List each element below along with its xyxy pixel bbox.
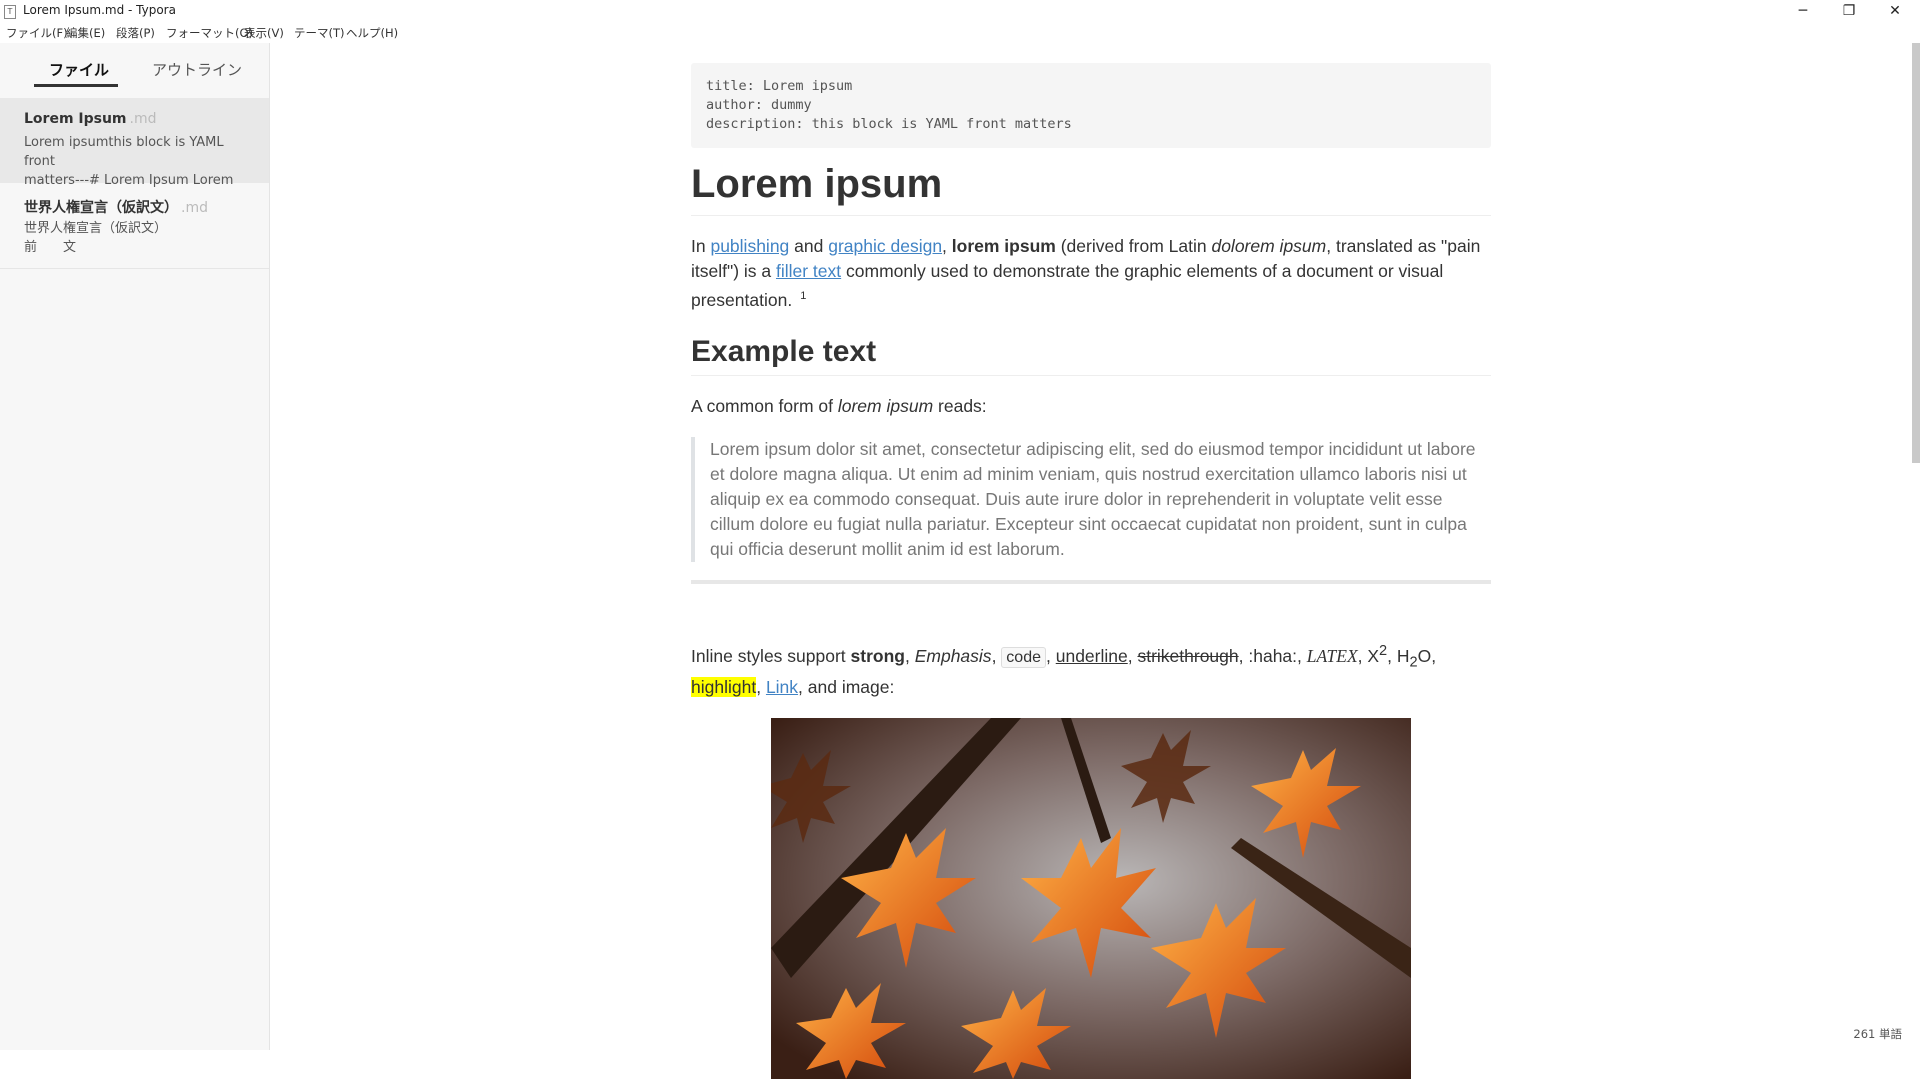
highlight-text: highlight xyxy=(691,677,757,698)
yaml-front-matter[interactable]: title: Lorem ipsum author: dummy descrip… xyxy=(691,63,1491,148)
sidebar: ファイル アウトライン Lorem Ipsum .md Lorem ipsumth… xyxy=(0,43,270,1050)
text: , and image: xyxy=(798,677,895,698)
vertical-scrollbar[interactable] xyxy=(1912,43,1920,463)
autumn-leaves-image[interactable] xyxy=(771,718,1411,1079)
close-button[interactable]: ✕ xyxy=(1872,0,1918,22)
file-title: 世界人権宣言（仮訳文） .md xyxy=(24,197,208,217)
text: , H xyxy=(1387,645,1410,666)
emphasis-text: Emphasis xyxy=(914,645,992,666)
file-name: 世界人権宣言（仮訳文） xyxy=(24,200,178,216)
menu-theme[interactable]: テーマ(T) xyxy=(294,25,345,41)
link-filler-text[interactable]: filler text xyxy=(776,261,841,281)
text: and xyxy=(789,236,829,256)
strong-text: strong xyxy=(850,645,905,666)
common-form-paragraph[interactable]: A common form of lorem ipsum reads: xyxy=(691,394,1491,419)
link-publishing[interactable]: publishing xyxy=(710,236,789,256)
title-bar: T Lorem Ipsum.md - Typora ─ ❐ ✕ xyxy=(0,0,1920,22)
heading-1[interactable]: Lorem ipsum xyxy=(691,162,1491,216)
maximize-button[interactable]: ❐ xyxy=(1826,0,1872,22)
text: Inline styles support xyxy=(691,645,851,666)
text: , :haha:, xyxy=(1238,645,1307,666)
latex-math: LATEX xyxy=(1306,645,1358,666)
text: (derived from Latin xyxy=(1055,236,1212,256)
file-title: Lorem Ipsum .md xyxy=(24,111,157,127)
text: , X xyxy=(1357,645,1380,666)
text: O, xyxy=(1417,645,1437,666)
menu-format[interactable]: フォーマット(O) xyxy=(166,25,253,41)
underline-text: underline xyxy=(1055,645,1128,666)
inline-code: code xyxy=(1001,646,1046,668)
window-title: Lorem Ipsum.md - Typora xyxy=(23,3,176,17)
emphasis-text: dolorem ipsum xyxy=(1211,236,1327,256)
tab-outline[interactable]: アウトライン xyxy=(152,59,242,80)
menu-bar: ファイル(F) 編集(E) 段落(P) フォーマット(O) 表示(V) テーマ(… xyxy=(0,23,1920,43)
text: , xyxy=(904,645,915,666)
menu-file[interactable]: ファイル(F) xyxy=(6,25,68,41)
text: , xyxy=(991,645,1002,666)
text: , xyxy=(756,677,766,698)
footnote-reference[interactable]: 1 xyxy=(800,290,806,302)
document-content[interactable]: title: Lorem ipsum author: dummy descrip… xyxy=(691,63,1491,1079)
excerpt-line: Lorem ipsumthis block is YAML front xyxy=(24,135,224,169)
text: , xyxy=(942,236,952,256)
file-item-human-rights[interactable]: 世界人権宣言（仮訳文） .md 世界人権宣言（仮訳文） 前 文 xyxy=(0,184,269,269)
word-count[interactable]: 261 単語 xyxy=(1853,1026,1902,1042)
menu-view[interactable]: 表示(V) xyxy=(244,25,284,41)
superscript: 2 xyxy=(1379,642,1388,659)
tab-files[interactable]: ファイル xyxy=(49,59,109,80)
strikethrough-text: strikethrough xyxy=(1137,645,1239,666)
text: , xyxy=(1046,645,1056,666)
excerpt-line: 世界人権宣言（仮訳文） xyxy=(24,221,168,236)
text: A common form of xyxy=(691,395,838,416)
blockquote[interactable]: Lorem ipsum dolor sit amet, consectetur … xyxy=(691,436,1491,562)
excerpt-line: 前 文 xyxy=(24,240,77,255)
file-excerpt: Lorem ipsumthis block is YAML front matt… xyxy=(24,133,254,190)
file-extension: .md xyxy=(129,111,157,127)
heading-2[interactable]: Example text xyxy=(691,335,1491,376)
link[interactable]: Link xyxy=(766,677,798,697)
strong-text: lorem ipsum xyxy=(951,236,1056,256)
menu-edit[interactable]: 編集(E) xyxy=(66,25,105,41)
file-extension: .md xyxy=(181,200,208,216)
menu-help[interactable]: ヘルプ(H) xyxy=(346,25,398,41)
file-name: Lorem Ipsum xyxy=(24,111,127,127)
inline-styles-paragraph[interactable]: Inline styles support strong, Emphasis , … xyxy=(691,639,1491,700)
emphasis-text: lorem ipsum xyxy=(837,395,934,416)
text: reads: xyxy=(933,395,987,416)
file-excerpt: 世界人権宣言（仮訳文） 前 文 xyxy=(24,219,254,257)
menu-paragraph[interactable]: 段落(P) xyxy=(116,25,155,41)
typora-app-icon: T xyxy=(4,5,16,19)
horizontal-rule xyxy=(691,579,1491,584)
editor-pane[interactable]: title: Lorem ipsum author: dummy descrip… xyxy=(270,43,1920,1079)
active-tab-indicator xyxy=(34,84,118,87)
minimize-button[interactable]: ─ xyxy=(1780,0,1826,22)
file-item-lorem-ipsum[interactable]: Lorem Ipsum .md Lorem ipsumthis block is … xyxy=(0,98,269,188)
text: , xyxy=(1127,645,1138,666)
intro-paragraph[interactable]: In publishing and graphic design, lorem … xyxy=(691,234,1491,313)
link-graphic-design[interactable]: graphic design xyxy=(828,236,942,256)
text: In xyxy=(691,236,711,256)
subscript: 2 xyxy=(1409,654,1418,671)
